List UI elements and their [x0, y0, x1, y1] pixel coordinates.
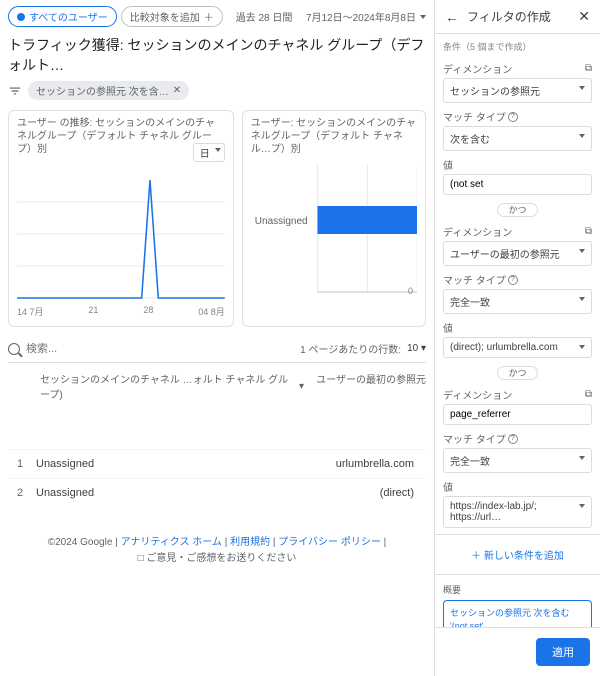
condition-note: 条件（5 個まで作成）	[443, 40, 592, 53]
x-tick: 04 8月	[198, 305, 225, 318]
add-comparison-pill[interactable]: 比較対象を追加 ＋	[121, 6, 223, 27]
dimension-input-3[interactable]	[443, 404, 592, 425]
all-users-pill[interactable]: すべてのユーザー	[8, 6, 117, 27]
matchtype-select-3[interactable]: 完全一致	[443, 448, 592, 473]
back-icon[interactable]: ←	[445, 9, 459, 25]
col-referrer[interactable]: ユーザーの最初の参照元	[316, 371, 426, 401]
matchtype-select-1[interactable]: 次を含む	[443, 126, 592, 151]
footer: ©2024 Google | アナリティクス ホーム | 利用規約 | プライバ…	[8, 535, 426, 567]
table-row[interactable]: 2 Unassigned (direct)	[8, 479, 426, 508]
and-pill: かつ	[497, 366, 537, 380]
and-pill: かつ	[497, 203, 537, 217]
footer-link-privacy[interactable]: プライバシー ポリシー	[278, 537, 381, 548]
rows-per-page-select[interactable]: 10 ▾	[407, 343, 426, 354]
table-row[interactable]: 1 Unassigned urlumbrella.com	[8, 450, 426, 479]
filter-chip[interactable]: セッションの参照元 次を含… ✕	[28, 81, 189, 100]
summary-label: 概要	[443, 583, 592, 596]
copy-icon[interactable]: ⧉	[585, 226, 592, 237]
apply-button[interactable]: 適用	[536, 638, 590, 666]
time-unit-select[interactable]: 日	[193, 143, 225, 162]
date-range[interactable]: 過去 28 日間 7月12日～2024年8月8日	[236, 9, 426, 24]
help-icon[interactable]: ?	[508, 112, 518, 122]
search-input[interactable]	[26, 343, 294, 355]
dimension-select-1[interactable]: セッションの参照元	[443, 78, 592, 103]
filter-icon	[8, 84, 22, 98]
line-chart	[17, 170, 225, 300]
bar-axis-zero: 0	[408, 286, 413, 296]
page-title: トラフィック獲得: セッションのメインのチャネル グループ（デフォルト…	[8, 35, 426, 75]
close-icon[interactable]: ✕	[578, 8, 590, 25]
x-tick: 28	[143, 305, 153, 318]
x-tick: 21	[88, 305, 98, 318]
help-icon[interactable]: ?	[508, 434, 518, 444]
bar-chart-title: ユーザー: セッションのメインのチャネルグループ（デフォルト チャネル…プ）別	[251, 118, 416, 155]
footer-link-terms[interactable]: 利用規約	[230, 537, 270, 548]
help-icon[interactable]: ?	[508, 275, 518, 285]
data-table: 1 Unassigned urlumbrella.com 2 Unassigne…	[8, 449, 426, 507]
bar-label: Unassigned	[255, 216, 308, 227]
line-chart-card: ユーザー の推移: セッションのメインのチャネルグループ（デフォルト チャネル …	[8, 110, 234, 327]
value-select-2[interactable]: (direct); urlumbrella.com	[443, 337, 592, 358]
x-tick: 14 7月	[17, 305, 44, 318]
summary-box: セッションの参照元 次を含む '(not set' AND ユーザーの最初の参照…	[443, 600, 592, 627]
add-condition[interactable]: ＋ 新しい条件を追加	[443, 541, 592, 568]
value-input-1[interactable]	[443, 174, 592, 195]
matchtype-select-2[interactable]: 完全一致	[443, 289, 592, 314]
value-select-3[interactable]: https://index-lab.jp/; https://url…	[443, 496, 592, 528]
panel-title: フィルタの作成	[467, 8, 551, 25]
rows-per-page-label: 1 ページあたりの行数:	[300, 341, 401, 356]
dimension-select-2[interactable]: ユーザーの最初の参照元	[443, 241, 592, 266]
footer-link-home[interactable]: アナリティクス ホーム	[121, 537, 222, 548]
search-icon	[8, 343, 20, 355]
dot-icon	[17, 13, 25, 21]
line-chart-title: ユーザー の推移: セッションのメインのチャネルグループ（デフォルト チャネル …	[17, 118, 215, 155]
bar-chart-card: ユーザー: セッションのメインのチャネルグループ（デフォルト チャネル…プ）別 …	[242, 110, 426, 327]
copy-icon[interactable]: ⧉	[585, 389, 592, 400]
bar-chart	[251, 164, 417, 294]
col-channel[interactable]: セッションのメインのチャネル …ォルト チャネル グループ) ▾	[40, 371, 304, 401]
copy-icon[interactable]: ⧉	[585, 63, 592, 74]
